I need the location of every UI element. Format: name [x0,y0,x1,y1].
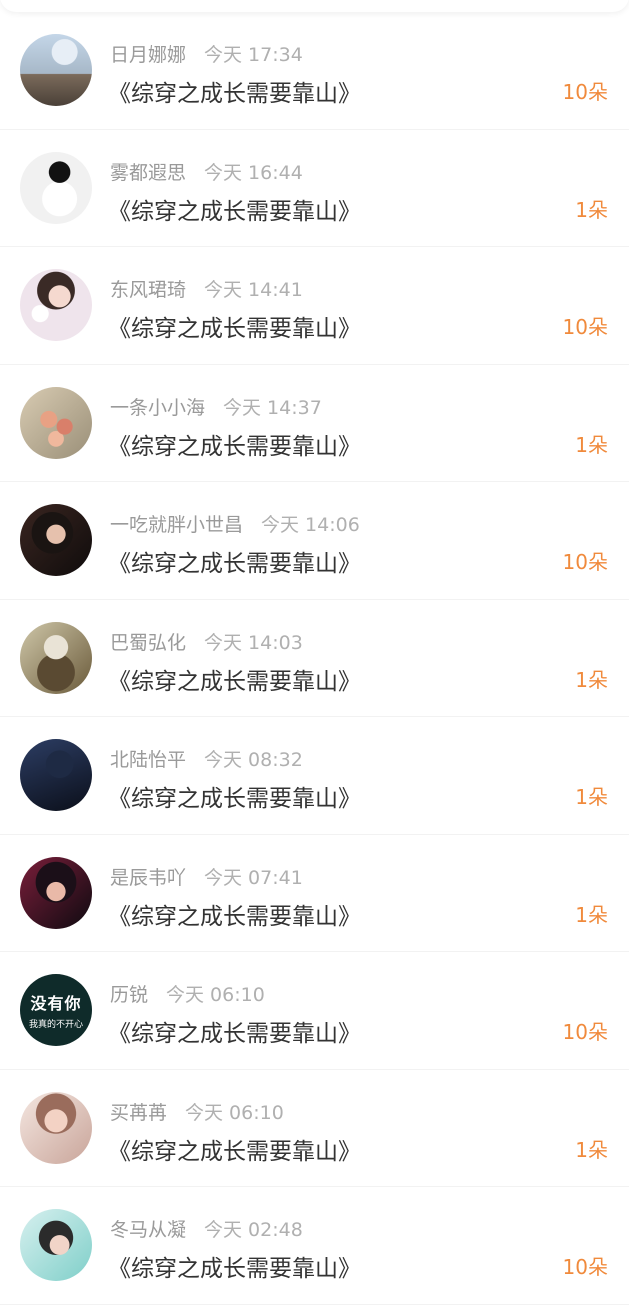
timestamp: 今天 06:10 [185,1101,284,1124]
sender-name[interactable]: 一条小小海 [110,397,205,419]
timestamp: 今天 14:06 [261,514,360,536]
timestamp: 今天 14:03 [204,631,303,654]
sender-meta: 日月娜娜 今天 17:34 [110,40,303,67]
sender-name[interactable]: 东风珺琦 [110,279,186,301]
sender-meta: 是辰韦吖 今天 07:41 [110,863,303,890]
avatar[interactable]: 没有你 我真的不开心 [20,974,92,1046]
timestamp: 今天 14:41 [204,279,303,301]
timestamp: 今天 06:10 [166,984,265,1006]
sender-meta: 冬马从凝 今天 02:48 [110,1215,303,1242]
book-title[interactable]: 《综穿之成长需要靠山》 [108,1249,361,1283]
flower-count: 10朵 [562,1020,608,1044]
book-title[interactable]: 《综穿之成长需要靠山》 [108,1014,361,1048]
timestamp: 今天 08:32 [204,749,303,771]
flower-count: 10朵 [562,550,608,574]
flower-count: 1朵 [575,432,608,457]
list-item[interactable]: 没有你 我真的不开心 历锐 今天 06:10 《综穿之成长需要靠山》 10朵 [0,952,629,1070]
list-item[interactable]: 一吃就胖小世昌 今天 14:06 《综穿之成长需要靠山》 10朵 [0,482,629,600]
avatar[interactable] [20,269,92,341]
list-item[interactable]: 冬马从凝 今天 02:48 《综穿之成长需要靠山》 10朵 [0,1187,629,1305]
sender-meta: 一条小小海 今天 14:37 [110,393,322,420]
book-title[interactable]: 《综穿之成长需要靠山》 [108,1132,361,1166]
book-title[interactable]: 《综穿之成长需要靠山》 [108,544,361,578]
timestamp: 今天 17:34 [204,44,303,66]
book-title[interactable]: 《综穿之成长需要靠山》 [108,662,361,696]
sender-name[interactable]: 巴蜀弘化 [110,632,186,654]
sender-meta: 东风珺琦 今天 14:41 [110,275,303,302]
list-item[interactable]: 是辰韦吖 今天 07:41 《综穿之成长需要靠山》 1朵 [0,835,629,952]
avatar[interactable] [20,1209,92,1281]
avatar-text: 没有你 [30,994,82,1013]
list-item[interactable]: 一条小小海 今天 14:37 《综穿之成长需要靠山》 1朵 [0,365,629,482]
avatar[interactable] [20,34,92,106]
avatar[interactable] [20,504,92,576]
list-item[interactable]: 巴蜀弘化 今天 14:03 《综穿之成长需要靠山》 1朵 [0,600,629,717]
list-item[interactable]: 雾都遐思 今天 16:44 《综穿之成长需要靠山》 1朵 [0,130,629,247]
avatar[interactable] [20,386,92,459]
book-title[interactable]: 《综穿之成长需要靠山》 [108,897,361,931]
sender-meta: 北陆怡平 今天 08:32 [110,745,303,772]
flower-count: 10朵 [562,315,608,339]
sender-name[interactable]: 雾都遐思 [110,162,186,184]
avatar[interactable] [20,1091,92,1164]
sender-name[interactable]: 历锐 [110,984,148,1006]
flower-count: 10朵 [562,80,608,104]
top-card-edge [0,0,629,12]
flower-count: 1朵 [575,197,608,222]
gift-record-list: 日月娜娜 今天 17:34 《综穿之成长需要靠山》 10朵 雾都遐思 今天 16:4… [0,12,629,1305]
sender-name[interactable]: 买苒苒 [110,1102,167,1124]
timestamp: 今天 07:41 [204,866,303,889]
flower-count: 1朵 [575,785,608,809]
sender-name[interactable]: 一吃就胖小世昌 [110,514,243,536]
sender-meta: 雾都遐思 今天 16:44 [110,158,303,185]
sender-name[interactable]: 是辰韦吖 [110,867,186,889]
sender-name[interactable]: 冬马从凝 [110,1219,186,1241]
timestamp: 今天 02:48 [204,1219,303,1241]
sender-meta: 巴蜀弘化 今天 14:03 [110,628,303,655]
flower-count: 1朵 [575,667,608,692]
sender-meta: 历锐 今天 06:10 [110,980,265,1007]
avatar-subtext: 我真的不开心 [28,1020,83,1030]
sender-name[interactable]: 北陆怡平 [110,749,186,771]
book-title[interactable]: 《综穿之成长需要靠山》 [108,779,361,813]
avatar[interactable] [20,739,92,811]
flower-count: 10朵 [562,1255,608,1279]
list-item[interactable]: 东风珺琦 今天 14:41 《综穿之成长需要靠山》 10朵 [0,247,629,365]
timestamp: 今天 16:44 [204,161,303,184]
avatar[interactable] [20,856,92,929]
book-title[interactable]: 《综穿之成长需要靠山》 [108,74,361,108]
flower-count: 1朵 [575,902,608,927]
list-item[interactable]: 北陆怡平 今天 08:32 《综穿之成长需要靠山》 1朵 [0,717,629,835]
sender-meta: 一吃就胖小世昌 今天 14:06 [110,510,360,537]
avatar[interactable] [20,621,92,694]
list-item[interactable]: 日月娜娜 今天 17:34 《综穿之成长需要靠山》 10朵 [0,12,629,130]
book-title[interactable]: 《综穿之成长需要靠山》 [108,309,361,343]
flower-count: 1朵 [575,1137,608,1162]
avatar[interactable] [20,151,92,224]
timestamp: 今天 14:37 [223,396,322,419]
sender-meta: 买苒苒 今天 06:10 [110,1098,284,1125]
book-title[interactable]: 《综穿之成长需要靠山》 [108,427,361,461]
book-title[interactable]: 《综穿之成长需要靠山》 [108,192,361,226]
list-item[interactable]: 买苒苒 今天 06:10 《综穿之成长需要靠山》 1朵 [0,1070,629,1187]
sender-name[interactable]: 日月娜娜 [110,44,186,66]
